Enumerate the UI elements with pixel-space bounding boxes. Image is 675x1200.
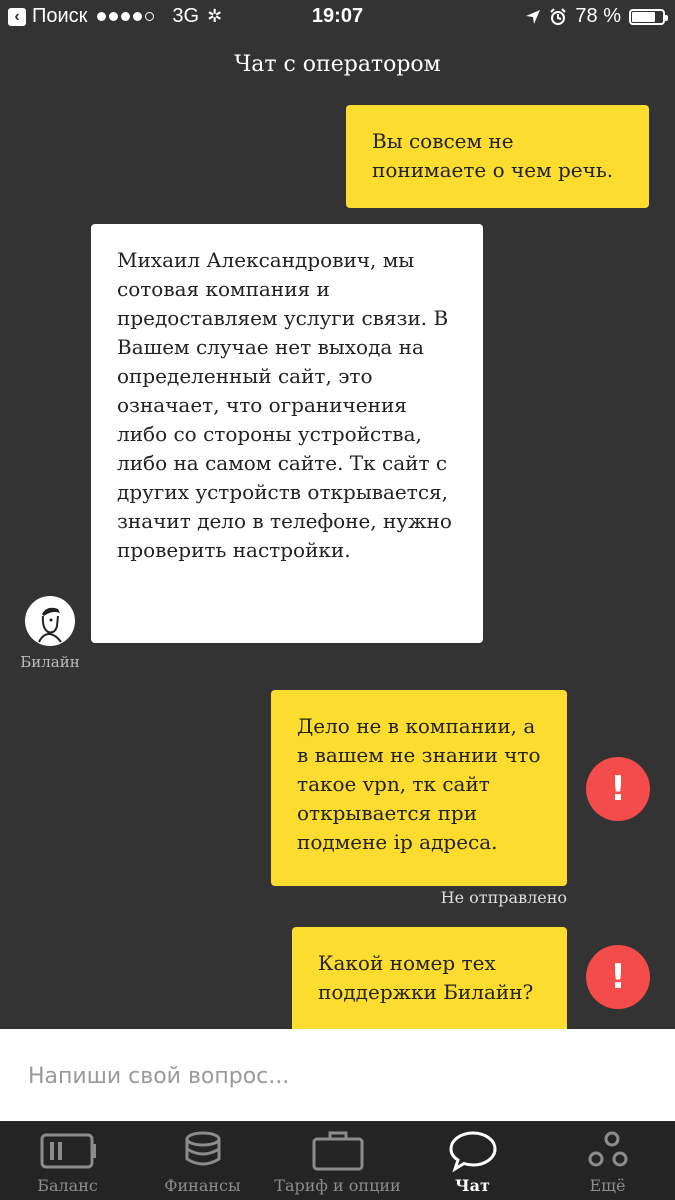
- battery-icon: [629, 8, 668, 25]
- resend-error-button[interactable]: !: [586, 945, 650, 1009]
- operator-avatar: [25, 596, 75, 646]
- message-bubble-user: Какой номер тех поддержки Билайн?: [292, 927, 567, 1037]
- resend-error-button[interactable]: !: [586, 757, 650, 821]
- tab-balance[interactable]: Баланс: [0, 1121, 135, 1200]
- tab-label: Тариф и опции: [274, 1176, 401, 1195]
- message-input-bar: [0, 1029, 675, 1121]
- message-bubble-user: Дело не в компании, а в вашем не знании …: [271, 690, 567, 886]
- tab-label: Чат: [455, 1176, 490, 1195]
- operator-name: Билайн: [20, 653, 80, 671]
- tab-label: Ещё: [589, 1176, 626, 1195]
- battery-icon: [40, 1133, 96, 1169]
- tab-label: Баланс: [37, 1176, 98, 1195]
- coins-icon: [185, 1131, 220, 1166]
- tab-finance[interactable]: Финансы: [135, 1121, 270, 1200]
- operator-avatar-icon: [26, 597, 74, 645]
- message-status: Не отправлено: [440, 888, 567, 907]
- battery-percent: 78 %: [575, 5, 621, 27]
- tab-tariff[interactable]: Тариф и опции: [270, 1121, 405, 1200]
- chat-bubble-icon: [448, 1131, 497, 1173]
- tab-chat[interactable]: Чат: [405, 1121, 540, 1200]
- tab-more[interactable]: Ещё: [540, 1121, 675, 1200]
- message-bubble-user: Вы совсем не понимаете о чем речь.: [346, 105, 649, 208]
- location-arrow-icon: [526, 9, 541, 24]
- tab-label: Финансы: [164, 1176, 241, 1195]
- status-bar: ‹ Поиск 3G ✲ 19:07 78 %: [0, 0, 675, 34]
- message-bubble-operator: Михаил Александрович, мы сотовая компани…: [91, 224, 483, 643]
- briefcase-icon: [312, 1131, 363, 1171]
- page-title: Чат с оператором: [234, 52, 441, 77]
- more-circles-icon: [588, 1131, 627, 1167]
- tab-bar: Баланс Финансы Тариф и опции Чат Ещё: [0, 1121, 675, 1200]
- alarm-icon: [550, 7, 567, 25]
- message-input[interactable]: [26, 1051, 650, 1101]
